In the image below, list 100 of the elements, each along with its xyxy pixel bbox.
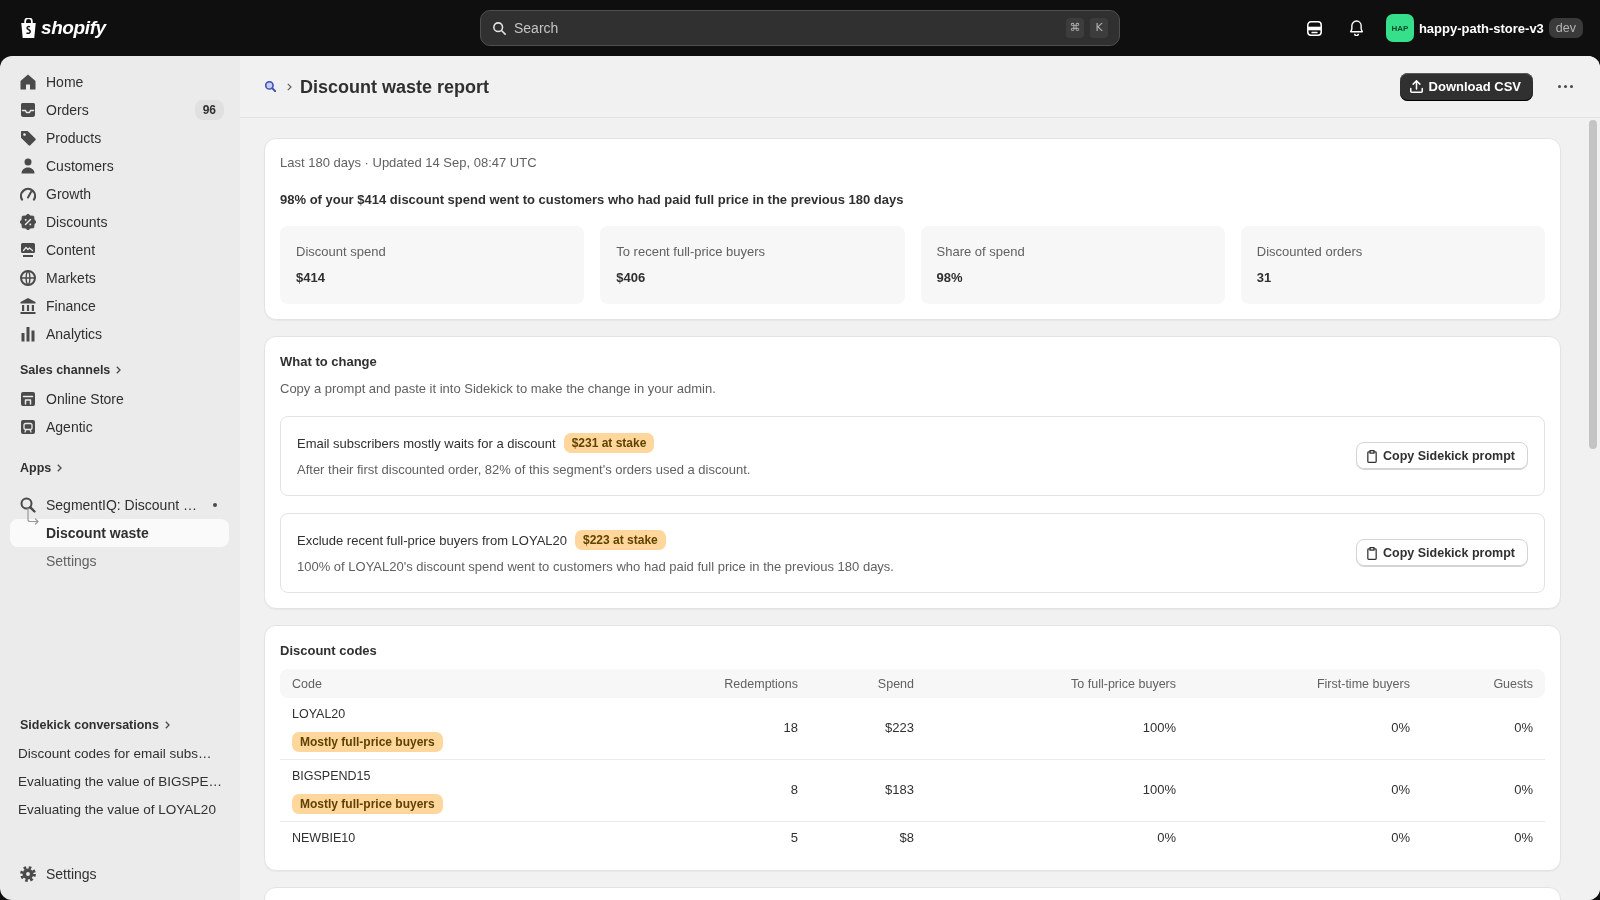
nav-subitem[interactable]: Discount waste xyxy=(10,519,229,547)
monitor-icon xyxy=(20,242,36,258)
nav-item[interactable]: Home xyxy=(10,68,229,96)
stat-value: $406 xyxy=(616,269,647,287)
table-cell: 0% xyxy=(1422,698,1545,760)
clipboard-icon xyxy=(1367,546,1377,560)
table-cell: $183 xyxy=(810,759,926,822)
recommendation-detail: After their first discounted order, 82% of this segment's orders used a discount. xyxy=(297,461,752,479)
price-tag-icon xyxy=(20,130,36,146)
environment-tag: dev xyxy=(1548,18,1583,38)
stat-label: Share of spend xyxy=(936,243,1026,261)
nav-item[interactable]: SegmentIQ: Discount … xyxy=(10,491,229,519)
nav-item[interactable]: Settings xyxy=(10,860,229,888)
clipboard-icon xyxy=(1367,449,1377,463)
shopping-bag-icon[interactable] xyxy=(21,18,36,38)
gear-icon xyxy=(20,866,36,882)
nav-item[interactable]: Analytics xyxy=(10,320,229,348)
chevron-right-icon xyxy=(57,464,63,472)
section-link[interactable]: Apps xyxy=(20,459,63,477)
nav-item[interactable]: Online Store xyxy=(10,385,229,413)
stat-value: 31 xyxy=(1256,269,1273,287)
magnifier-icon xyxy=(20,497,36,513)
count-badge: 96 xyxy=(194,100,224,120)
copy-prompt-button[interactable]: Copy Sidekick prompt xyxy=(1356,442,1528,470)
column-header: First-time buyers xyxy=(1188,669,1422,698)
nav-item[interactable]: Discounts xyxy=(10,208,229,236)
magnifier-icon[interactable] xyxy=(265,81,276,92)
buyer-tag: Mostly full-price buyers xyxy=(292,732,443,752)
scrollbar-thumb[interactable] xyxy=(1589,120,1597,449)
report-meta: Last 180 days · Updated 14 Sep, 08:47 UTC xyxy=(280,154,538,172)
table-cell: 8 xyxy=(680,759,810,822)
gauge-icon xyxy=(20,186,36,202)
home-icon xyxy=(20,74,36,90)
stat-label: Discount spend xyxy=(296,243,387,261)
inbox-tray-icon xyxy=(20,102,36,118)
table-cell: 0% xyxy=(1188,698,1422,760)
keyboard-key: ⌘ xyxy=(1066,18,1084,38)
column-header: Code xyxy=(280,669,680,698)
card-title: Discount codes xyxy=(280,642,378,660)
section-link[interactable]: Sales channels xyxy=(20,361,122,379)
chevron-right-icon xyxy=(287,82,292,91)
recommendation-detail: 100% of LOYAL20's discount spend went to customers who had paid full price in the previous 180 days. xyxy=(297,558,895,576)
nav-item[interactable]: Products xyxy=(10,124,229,152)
nav-item[interactable]: Growth xyxy=(10,180,229,208)
nav-subitem[interactable]: Settings xyxy=(10,547,229,575)
nav-item[interactable]: Finance xyxy=(10,292,229,320)
logo-wordmark[interactable]: shopify xyxy=(41,17,106,39)
table-cell: 0% xyxy=(1188,759,1422,822)
amount-tag: $223 at stake xyxy=(575,530,666,550)
conversation-link[interactable]: Discount codes for email subs… xyxy=(10,740,228,768)
recommendation-title: Exclude recent full-price buyers from LOYAL20 xyxy=(297,532,567,548)
discount-code: BIGSPEND15 xyxy=(292,768,372,785)
person-icon xyxy=(20,158,36,174)
more-icon[interactable] xyxy=(1558,85,1573,88)
bell-icon[interactable] xyxy=(1349,20,1363,36)
table-cell: $8 xyxy=(810,821,926,855)
chevron-right-icon xyxy=(164,721,170,729)
recommendation-title: Email subscribers mostly waits for a discount xyxy=(297,435,556,451)
bank-icon xyxy=(20,298,36,314)
nav-item[interactable]: Content xyxy=(10,236,229,264)
discount-code: LOYAL20 xyxy=(292,706,347,723)
discount-code: NEWBIE10 xyxy=(292,830,357,847)
bar-chart-icon xyxy=(20,326,36,342)
keyboard-key: K xyxy=(1090,18,1108,38)
stat-label: To recent full-price buyers xyxy=(616,243,767,261)
nav-item[interactable]: Orders 96 xyxy=(10,96,229,124)
discount-seal-icon xyxy=(20,214,36,230)
stat-value: 98% xyxy=(936,269,964,287)
storefront-icon xyxy=(20,391,36,407)
copy-prompt-button[interactable]: Copy Sidekick prompt xyxy=(1356,539,1528,567)
robot-icon xyxy=(20,419,36,435)
column-header: Guests xyxy=(1422,669,1545,698)
robot-face-icon[interactable] xyxy=(1306,20,1322,36)
chevron-right-icon xyxy=(116,366,122,374)
table-cell: $223 xyxy=(810,698,926,760)
section-link[interactable]: Sidekick conversations xyxy=(20,716,170,734)
store-name[interactable]: happy-path-store-v3 xyxy=(1418,20,1544,36)
stat-value: $414 xyxy=(296,269,326,287)
tree-branch-icon xyxy=(27,508,39,528)
search-field[interactable]: Search ⌘ K xyxy=(480,10,1120,46)
download-csv-button[interactable]: Download CSV xyxy=(1399,72,1533,101)
table-cell: 100% xyxy=(926,698,1188,760)
table-cell: 0% xyxy=(1422,759,1545,822)
summary-headline: 98% of your $414 discount spend went to customers who had paid full price in the previous 180 days xyxy=(280,191,905,209)
card-description: Copy a prompt and paste it into Sidekick to make the change in your admin. xyxy=(280,380,717,398)
dot-icon xyxy=(213,503,217,507)
table-cell: 18 xyxy=(680,698,810,760)
conversation-link[interactable]: Evaluating the value of BIGSPE… xyxy=(10,768,228,796)
table-cell: 0% xyxy=(926,821,1188,855)
nav-item[interactable]: Agentic xyxy=(10,413,229,441)
card-title: What to change xyxy=(280,353,378,371)
amount-tag: $231 at stake xyxy=(563,433,655,453)
column-header: To full-price buyers xyxy=(926,669,1188,698)
search-input[interactable]: Search xyxy=(514,18,1058,38)
nav-item[interactable]: Markets xyxy=(10,264,229,292)
store-avatar[interactable]: HAP xyxy=(1385,14,1414,42)
nav-item[interactable]: Customers xyxy=(10,152,229,180)
conversation-link[interactable]: Evaluating the value of LOYAL20 xyxy=(10,796,228,824)
column-header: Spend xyxy=(810,669,926,698)
search-icon xyxy=(493,21,506,35)
